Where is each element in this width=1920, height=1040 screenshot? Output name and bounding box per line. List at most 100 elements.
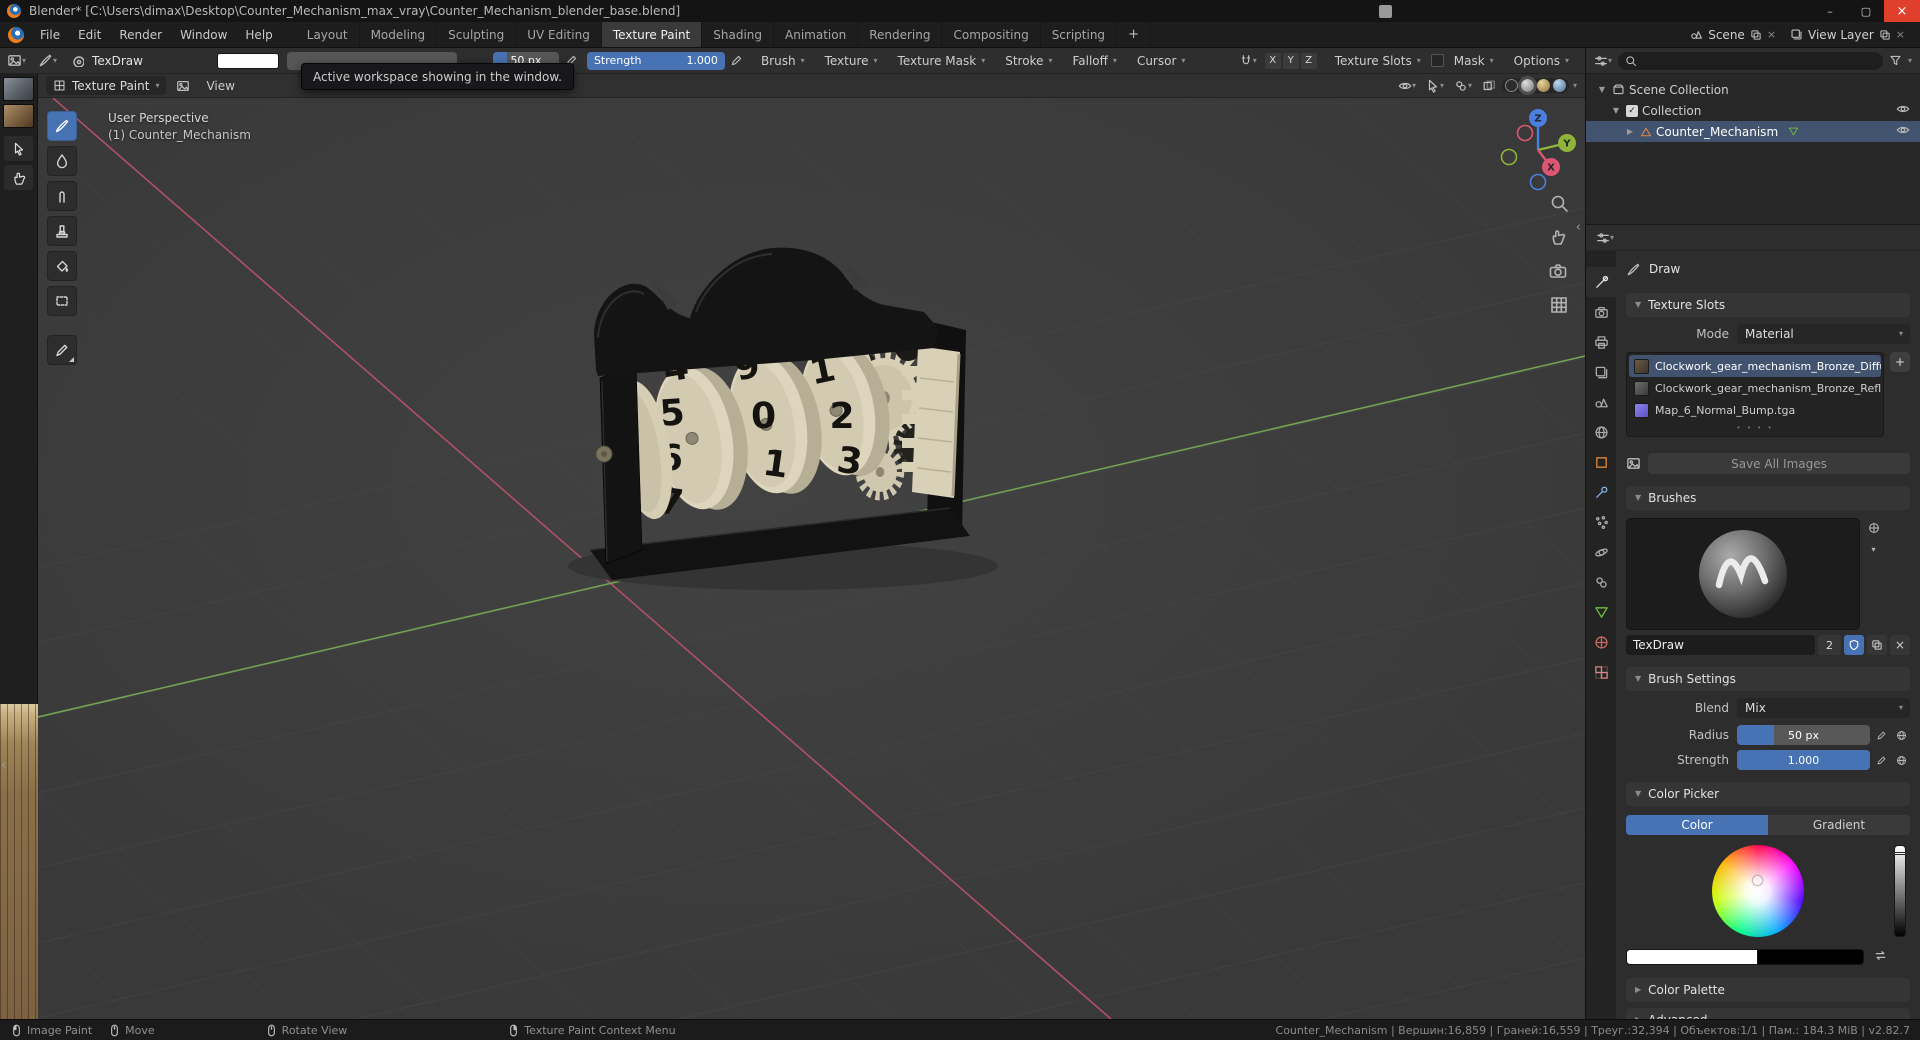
brush-blend-icon[interactable] — [71, 54, 85, 67]
tab-object-data[interactable] — [1586, 597, 1616, 627]
tab-modeling[interactable]: Modeling — [360, 22, 438, 47]
image-thumbnail[interactable] — [3, 104, 34, 128]
save-all-images-button[interactable]: Save All Images — [1648, 453, 1910, 474]
tab-texture-paint[interactable]: Texture Paint — [601, 22, 703, 47]
properties-editor-icon[interactable]: ▾ — [1596, 231, 1614, 245]
tab-texture[interactable] — [1586, 657, 1616, 687]
annotate-tool-button[interactable] — [47, 335, 77, 365]
active-brush-name[interactable]: TexDraw — [92, 54, 143, 68]
falloff-menu[interactable]: Falloff ▾ — [1062, 48, 1126, 73]
new-view-layer-icon[interactable] — [1879, 29, 1891, 41]
collection-checkbox[interactable]: ✓ — [1626, 104, 1638, 117]
color-palette-panel-header[interactable]: ▶ Color Palette — [1626, 978, 1910, 1002]
menu-help[interactable]: Help — [236, 22, 281, 47]
menu-edit[interactable]: Edit — [69, 22, 110, 47]
menu-render[interactable]: Render — [110, 22, 171, 47]
tab-physics[interactable] — [1586, 537, 1616, 567]
gizmo-toggle-icon[interactable]: ▾ — [1426, 79, 1444, 93]
color-wheel-cursor[interactable] — [1753, 876, 1762, 885]
mode-selector[interactable]: Texture Paint ▾ — [46, 76, 167, 95]
counter-mechanism-model[interactable]: 1 2 3 9 0 1 5 7 — [568, 247, 998, 590]
stroke-menu[interactable]: Stroke ▾ — [995, 48, 1062, 73]
cursor-menu[interactable]: Cursor ▾ — [1127, 48, 1195, 73]
radius-unified-icon[interactable] — [1893, 726, 1910, 744]
color-tab[interactable]: Color — [1626, 815, 1768, 835]
tab-render[interactable] — [1586, 297, 1616, 327]
outliner-row-scene-collection[interactable]: ▼ Scene Collection — [1586, 79, 1920, 100]
brush-dropdown-icon[interactable]: ▾ — [1864, 540, 1883, 559]
color-picker-panel-header[interactable]: ▼ Color Picker — [1626, 782, 1910, 806]
value-slider[interactable] — [1894, 845, 1906, 937]
tab-uv-editing[interactable]: UV Editing — [516, 22, 602, 47]
camera-view-icon[interactable] — [1549, 264, 1567, 278]
shading-rendered-icon[interactable] — [1552, 79, 1566, 92]
tab-shading[interactable]: Shading — [702, 22, 774, 47]
outliner-search-input[interactable] — [1618, 51, 1883, 70]
menu-file[interactable]: File — [31, 22, 69, 47]
unlink-scene-button[interactable]: × — [1767, 28, 1776, 41]
mirror-z-toggle[interactable]: Z — [1300, 52, 1317, 69]
active-tool-row[interactable]: Draw — [1626, 257, 1910, 281]
strength-unified-icon[interactable] — [1893, 751, 1910, 769]
soften-tool-button[interactable] — [47, 146, 77, 176]
expand-region-icon[interactable]: ‹ — [1, 758, 6, 773]
unlink-brush-button[interactable]: × — [1890, 635, 1910, 655]
snap-magnet-icon[interactable]: ▾ — [1239, 54, 1257, 68]
texture-slot-row[interactable]: Clockwork_gear_mechanism_Bronze_Refle.. — [1629, 377, 1881, 399]
texture-slots-menu[interactable]: Texture Slots ▾ — [1325, 48, 1431, 73]
outliner-row-counter-mechanism[interactable]: ▶ Counter_Mechanism — [1586, 121, 1920, 142]
brush-preview[interactable] — [1626, 518, 1860, 630]
swap-colors-icon[interactable] — [1873, 948, 1888, 966]
hide-eye-icon[interactable] — [1896, 123, 1910, 140]
shading-solid-icon[interactable] — [1517, 76, 1537, 95]
hide-eye-icon[interactable] — [1896, 102, 1910, 119]
editor-type-icon[interactable]: ▾ — [7, 53, 26, 68]
strength-pressure-icon[interactable] — [730, 54, 743, 67]
outliner-row-collection[interactable]: ▼ ✓ Collection — [1586, 100, 1920, 121]
mode-dropdown[interactable]: Material ▾ — [1737, 324, 1910, 344]
object-visibility-icon[interactable]: ▾ — [1398, 79, 1416, 93]
add-workspace-button[interactable]: + — [1117, 22, 1151, 47]
tab-sculpting[interactable]: Sculpting — [437, 22, 517, 47]
image-datablock-icon[interactable] — [176, 79, 190, 93]
radius-pressure-icon[interactable] — [1873, 726, 1890, 744]
filter-dropdown-icon[interactable]: ▾ — [1908, 56, 1912, 65]
texture-slot-row[interactable]: Map_6_Normal_Bump.tga — [1629, 399, 1881, 421]
tab-animation[interactable]: Animation — [774, 22, 859, 47]
tab-scripting[interactable]: Scripting — [1041, 22, 1118, 47]
tab-particles[interactable] — [1586, 507, 1616, 537]
brushes-panel-header[interactable]: ▼ Brushes — [1626, 486, 1910, 510]
disclosure-icon[interactable]: ▼ — [1610, 106, 1622, 115]
blend-dropdown[interactable]: Mix ▾ — [1737, 698, 1910, 718]
mask-enable-checkbox[interactable] — [1430, 54, 1444, 67]
scene-selector[interactable]: Scene × — [1685, 28, 1781, 42]
navigation-gizmo[interactable]: Z Y X — [1500, 109, 1577, 191]
brush-settings-panel-header[interactable]: ▼ Brush Settings — [1626, 667, 1910, 691]
mask-menu[interactable]: Mask ▾ — [1444, 48, 1504, 73]
tab-scene[interactable] — [1586, 387, 1616, 417]
foreground-color-swatch[interactable] — [1626, 949, 1758, 965]
tab-compositing[interactable]: Compositing — [942, 22, 1041, 47]
shading-material-icon[interactable] — [1536, 79, 1550, 92]
shading-wireframe-icon[interactable] — [1504, 79, 1518, 92]
texture-mask-menu[interactable]: Texture Mask ▾ — [888, 48, 996, 73]
pan-tool-button[interactable] — [4, 165, 33, 190]
window-maximize-button[interactable]: ▢ — [1848, 0, 1884, 22]
texture-menu[interactable]: Texture ▾ — [815, 48, 888, 73]
sidebar-toggle-icon[interactable]: ‹ — [1576, 220, 1581, 235]
view-menu[interactable]: View — [196, 74, 244, 97]
texture-slot-row[interactable]: Clockwork_gear_mechanism_Bronze_Diffu.. — [1629, 355, 1881, 377]
strength-slider[interactable]: Strength 1.000 — [586, 51, 725, 70]
brush-library-button[interactable] — [1864, 518, 1883, 537]
blender-menu-icon[interactable] — [8, 26, 24, 43]
xray-toggle-icon[interactable] — [1482, 79, 1496, 93]
brush-menu[interactable]: Brush ▾ — [751, 48, 815, 73]
brush-name-field[interactable]: TexDraw — [1626, 635, 1815, 655]
overlays-toggle-icon[interactable]: ▾ — [1454, 79, 1472, 93]
radius-slider-prop[interactable]: 50 px — [1737, 725, 1870, 745]
fill-tool-button[interactable] — [47, 251, 77, 281]
disclosure-icon[interactable]: ▶ — [1624, 127, 1636, 136]
strength-pressure-icon[interactable] — [1873, 751, 1890, 769]
mirror-y-toggle[interactable]: Y — [1282, 52, 1299, 69]
view-layer-selector[interactable]: View Layer × — [1785, 28, 1910, 42]
